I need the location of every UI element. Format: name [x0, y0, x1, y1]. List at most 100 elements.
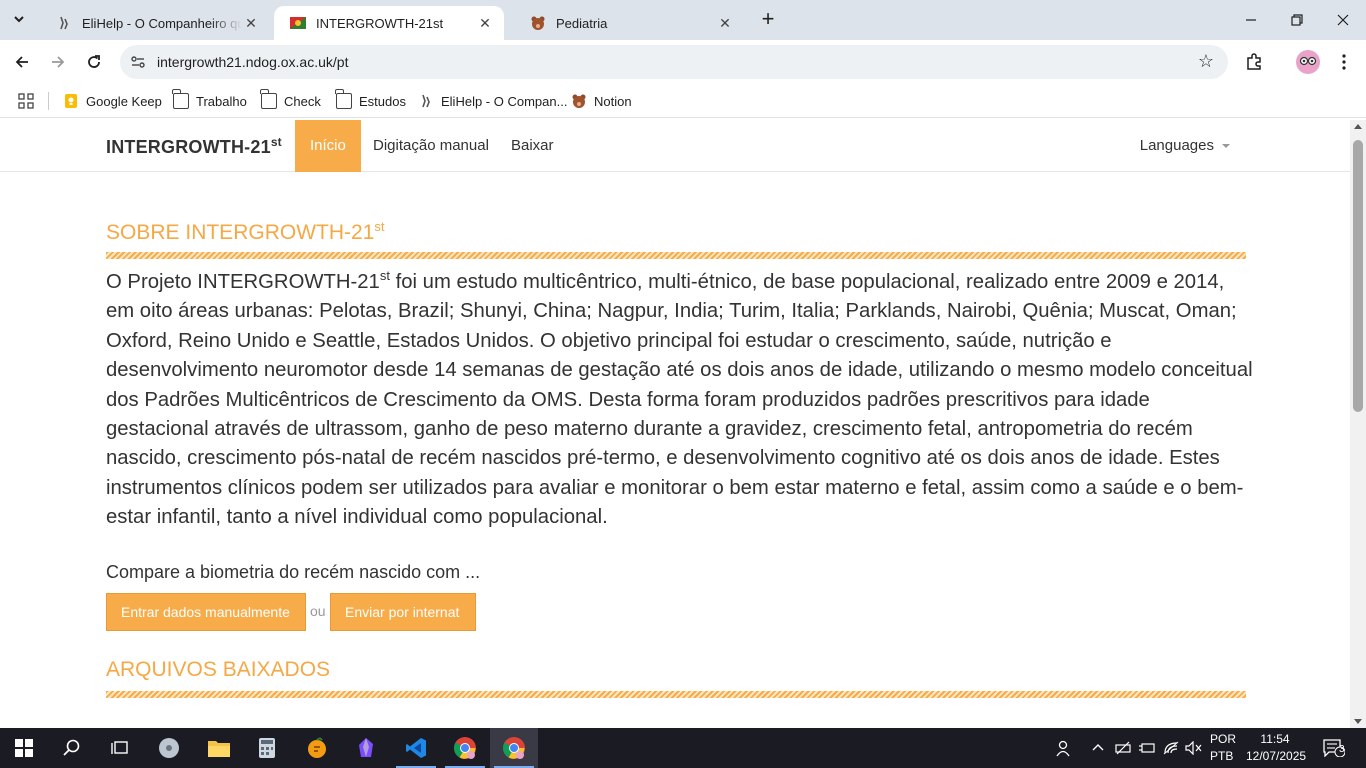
bookmark-google-keep[interactable]: Google Keep	[63, 91, 162, 111]
chevron-up-icon	[1092, 744, 1104, 751]
bookmarks-bar: Google Keep Trabalho Check Estudos EliHe…	[0, 84, 1366, 118]
close-icon	[1337, 14, 1349, 26]
restore-icon	[1291, 14, 1303, 26]
tray-wifi[interactable]	[1161, 728, 1181, 768]
tab-search-button[interactable]	[8, 8, 30, 30]
drive-icon	[1115, 741, 1131, 755]
bookmark-elihelp[interactable]: EliHelp - O Compan...	[418, 91, 567, 111]
forward-button[interactable]	[44, 48, 72, 76]
nav-inicio[interactable]: Início	[295, 120, 361, 172]
close-window-button[interactable]	[1320, 0, 1366, 40]
scroll-down-arrow-icon[interactable]	[1354, 719, 1362, 724]
bookmark-label: Trabalho	[196, 93, 247, 109]
enter-data-manually-button[interactable]: Entrar dados manualmente	[106, 593, 306, 631]
taskbar-chrome-profile2[interactable]	[490, 728, 538, 768]
chrome-icon	[503, 737, 525, 759]
close-icon[interactable]: ✕	[716, 14, 734, 32]
more-vert-icon	[1342, 54, 1346, 70]
languages-label: Languages	[1139, 137, 1214, 154]
languages-dropdown[interactable]: Languages	[1140, 120, 1230, 172]
people-button[interactable]	[1052, 728, 1076, 768]
browser-menu-button[interactable]	[1330, 48, 1358, 76]
page-viewport: INTERGROWTH-21st Início Digitação manual…	[0, 120, 1350, 728]
brand-superscript: st	[270, 135, 282, 149]
bookmark-notion[interactable]: Notion	[571, 91, 632, 111]
compare-prompt: Compare a biometria do recém nascido com…	[106, 562, 481, 582]
people-icon	[1056, 740, 1070, 757]
bookmark-trabalho[interactable]: Trabalho	[172, 89, 247, 111]
bookmark-label: Notion	[594, 93, 632, 109]
page-scrollbar[interactable]	[1350, 120, 1366, 728]
about-heading-superscript: st	[374, 219, 385, 234]
puzzle-icon	[1247, 53, 1261, 70]
avatar-icon	[1296, 50, 1320, 74]
taskbar-app-orange[interactable]	[293, 728, 341, 768]
reload-button[interactable]	[80, 48, 108, 76]
intro-text-start: O Projeto INTERGROWTH-21	[106, 271, 380, 293]
keyboard-layout: PTB	[1210, 749, 1234, 763]
elihelp-icon	[422, 94, 430, 108]
bookmark-star-icon[interactable]: ☆	[1198, 51, 1214, 72]
extensions-button[interactable]	[1240, 48, 1268, 76]
reload-icon	[88, 55, 100, 68]
tray-drive[interactable]	[1113, 728, 1133, 768]
folder-icon	[260, 89, 277, 109]
close-icon[interactable]: ✕	[476, 14, 494, 32]
task-view-button[interactable]	[96, 728, 144, 768]
scroll-thumb[interactable]	[1353, 140, 1363, 412]
tab-pediatria[interactable]: Pediatria ✕	[514, 6, 744, 40]
upload-online-button[interactable]: Enviar por internat	[330, 593, 476, 631]
taskbar-chrome-profile1[interactable]	[441, 728, 489, 768]
tray-volume[interactable]	[1184, 728, 1204, 768]
taskbar-vscode[interactable]	[392, 728, 440, 768]
new-tab-button[interactable]: +	[758, 8, 778, 32]
address-bar[interactable]: intergrowth21.ndog.ox.ac.uk/pt ☆	[120, 45, 1228, 79]
bookmark-label: Estudos	[359, 93, 406, 109]
site-settings-icon[interactable]	[130, 54, 146, 70]
tab-title: Pediatria	[556, 15, 608, 31]
minimize-icon	[1246, 19, 1256, 21]
scroll-up-arrow-icon[interactable]	[1354, 124, 1362, 129]
taskbar-app-disc[interactable]	[145, 728, 193, 768]
restore-button[interactable]	[1274, 0, 1320, 40]
nav-digitacao-manual[interactable]: Digitação manual	[358, 120, 504, 172]
taskbar-search[interactable]	[48, 728, 96, 768]
nav-baixar[interactable]: Baixar	[496, 120, 569, 172]
tray-battery[interactable]	[1137, 728, 1157, 768]
task-view-icon	[111, 741, 128, 754]
profile-avatar[interactable]	[1294, 48, 1322, 76]
about-heading-text: SOBRE INTERGROWTH-21	[106, 221, 375, 244]
brand-text: INTERGROWTH-21	[106, 137, 271, 157]
url-text[interactable]: intergrowth21.ndog.ox.ac.uk/pt	[157, 54, 348, 70]
tab-elihelp[interactable]: EliHelp - O Companheiro que Te ✕	[40, 6, 270, 40]
intro-paragraph: O Projeto INTERGROWTH-21st foi um estudo…	[106, 268, 1254, 533]
bookmark-label: EliHelp - O Compan...	[441, 93, 568, 109]
tab-intergrowth[interactable]: INTERGROWTH-21st ✕	[274, 6, 504, 40]
bookmark-check[interactable]: Check	[260, 89, 321, 111]
site-navbar: INTERGROWTH-21st Início Digitação manual…	[0, 120, 1350, 172]
minimize-button[interactable]	[1228, 0, 1274, 40]
start-button[interactable]	[0, 728, 48, 768]
apps-button[interactable]	[18, 91, 34, 111]
vscode-icon	[406, 738, 426, 758]
tab-title: EliHelp - O Companheiro que Te	[82, 15, 242, 31]
site-brand[interactable]: INTERGROWTH-21st	[106, 135, 282, 158]
windows-logo-icon	[15, 739, 33, 757]
taskbar-obsidian[interactable]	[342, 728, 390, 768]
back-button[interactable]	[8, 48, 36, 76]
show-hidden-icons-button[interactable]	[1088, 728, 1108, 768]
language-code: POR	[1210, 732, 1237, 746]
action-center-button[interactable]: 3	[1314, 728, 1354, 768]
or-separator: ou	[310, 603, 326, 619]
google-keep-icon	[65, 94, 77, 108]
arrow-left-icon	[15, 56, 28, 68]
bookmark-estudos[interactable]: Estudos	[335, 89, 406, 111]
taskbar-file-explorer[interactable]	[195, 728, 243, 768]
input-language-indicator[interactable]: POR PTB	[1210, 731, 1236, 765]
taskbar-clock[interactable]: 11:54 12/07/2025	[1246, 731, 1306, 765]
taskbar-calculator[interactable]	[243, 728, 291, 768]
elihelp-icon	[60, 16, 68, 30]
clock-time: 11:54	[1260, 732, 1290, 746]
fruit-app-icon	[308, 737, 326, 758]
close-icon[interactable]: ✕	[242, 14, 260, 32]
